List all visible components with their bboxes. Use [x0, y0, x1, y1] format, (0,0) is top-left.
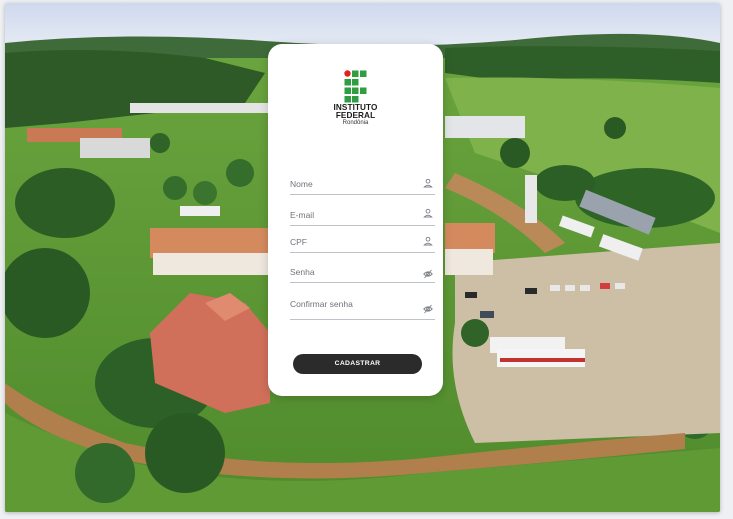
confirm-password-field-label: Confirmar senha — [290, 299, 353, 309]
user-icon — [423, 178, 433, 188]
name-field[interactable]: Nome — [290, 170, 435, 195]
password-field[interactable]: Senha — [290, 258, 435, 283]
eye-slash-icon[interactable] — [423, 304, 433, 314]
institution-logo: INSTITUTO FEDERAL Rondônia — [268, 70, 443, 127]
cpf-field[interactable]: CPF — [290, 228, 435, 253]
cpf-field-label: CPF — [290, 237, 307, 247]
password-field-label: Senha — [290, 267, 315, 277]
register-card: INSTITUTO FEDERAL Rondônia Nome E-mail C… — [268, 44, 443, 396]
brand-subtitle: Rondônia — [342, 120, 369, 126]
confirm-password-field[interactable]: Confirmar senha — [290, 290, 435, 320]
email-field-label: E-mail — [290, 210, 315, 220]
user-icon — [423, 208, 433, 218]
email-field[interactable]: E-mail — [290, 201, 435, 226]
user-icon — [423, 236, 433, 246]
name-field-label: Nome — [290, 179, 313, 189]
brand-title-line2: FEDERAL — [335, 111, 376, 120]
if-logo-icon — [343, 70, 366, 103]
eye-slash-icon[interactable] — [423, 269, 433, 279]
page-frame: INSTITUTO FEDERAL Rondônia Nome E-mail C… — [0, 0, 733, 519]
register-button[interactable]: CADASTRAR — [293, 354, 422, 374]
